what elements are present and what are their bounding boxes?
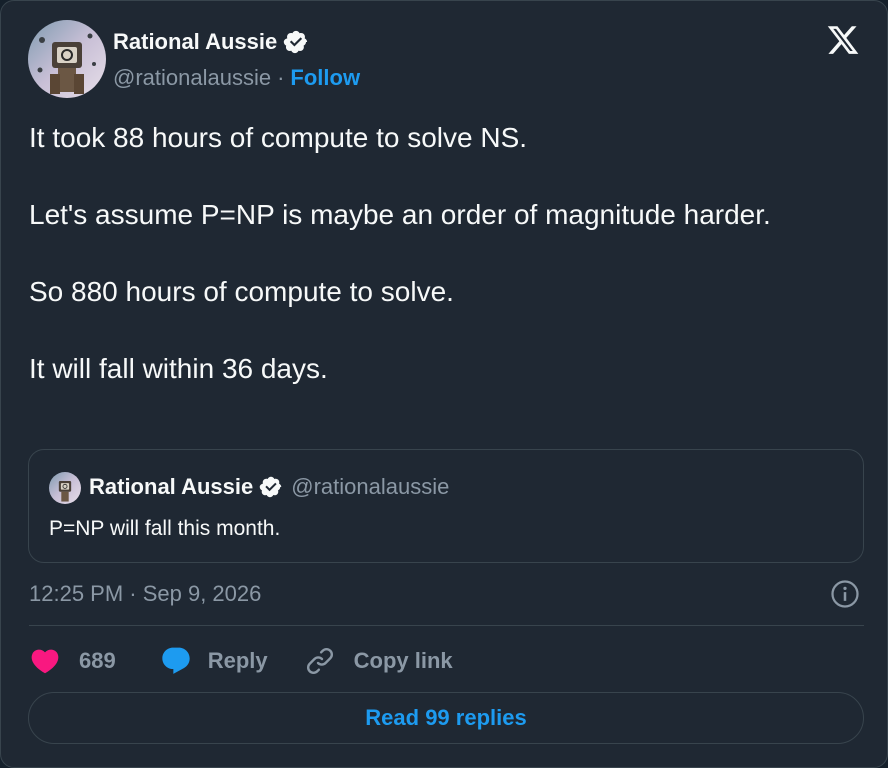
info-icon[interactable] <box>830 579 860 609</box>
read-replies-button[interactable]: Read 99 replies <box>28 692 864 744</box>
reply-button[interactable]: Reply <box>160 645 304 677</box>
robot-avatar-icon <box>28 20 106 98</box>
separator-dot: · <box>277 65 285 90</box>
reply-label: Reply <box>207 648 268 673</box>
copy-link-label: Copy link <box>353 648 453 673</box>
tweet-body: It took 88 hours of compute to solve NS.… <box>29 119 859 389</box>
x-logo-icon[interactable] <box>825 23 861 57</box>
author-handle[interactable]: @rationalaussie <box>113 65 271 91</box>
link-icon <box>306 647 333 675</box>
tweet-paragraph: Let's assume P=NP is maybe an order of m… <box>29 199 771 230</box>
copy-link-button[interactable]: Copy link <box>304 645 453 677</box>
speech-bubble-icon <box>162 647 190 674</box>
tweet-paragraph: It will fall within 36 days. <box>29 353 328 384</box>
divider <box>29 625 864 626</box>
quoted-header: Rational Aussie @rationalaussie <box>89 474 449 500</box>
author-name-row: Rational Aussie <box>113 29 309 55</box>
quoted-author-handle: @rationalaussie <box>291 474 450 499</box>
action-bar: 689 Reply Copy link <box>29 641 453 681</box>
like-button[interactable]: 689 <box>29 645 160 677</box>
tweet-paragraph: It took 88 hours of compute to solve NS. <box>29 122 528 153</box>
quoted-tweet-text: P=NP will fall this month. <box>49 517 281 540</box>
tweet-paragraph: So 880 hours of compute to solve. <box>29 276 454 307</box>
tweet-timestamp[interactable]: 12:25 PM · Sep 9, 2026 <box>29 581 261 607</box>
heart-icon <box>31 649 59 674</box>
quoted-author-name: Rational Aussie <box>89 474 254 499</box>
author-handle-row: @rationalaussie · Follow <box>113 65 360 91</box>
author-name[interactable]: Rational Aussie <box>113 29 277 55</box>
robot-avatar-icon <box>49 472 81 504</box>
tweet-card: Rational Aussie @rationalaussie · Follow… <box>0 0 888 768</box>
like-count: 689 <box>79 648 116 673</box>
quoted-author-avatar <box>49 472 81 504</box>
quoted-tweet[interactable]: Rational Aussie @rationalaussie P=NP wil… <box>28 449 864 563</box>
author-avatar[interactable] <box>28 20 106 98</box>
follow-button[interactable]: Follow <box>290 65 360 91</box>
verified-badge-icon <box>284 30 308 54</box>
verified-badge-icon <box>259 476 282 498</box>
